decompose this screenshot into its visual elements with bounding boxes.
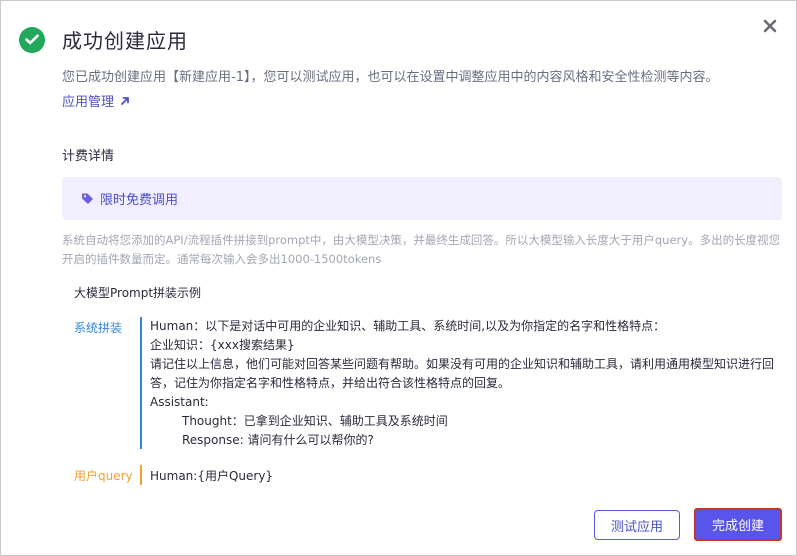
prompt-example-title: 大模型Prompt拼装示例 [74,286,202,300]
free-call-banner: 限时免费调用 [62,177,782,220]
system-line: Thought：已拿到企业知识、辅助工具及系统时间 [182,414,448,428]
app-management-link[interactable]: 应用管理 [62,91,130,110]
free-call-label: 限时免费调用 [100,193,179,208]
system-line: 企业知识：{xxx搜索结果} [150,338,295,352]
system-line: Response: 请问有什么可以帮你的? [182,433,374,447]
system-line: Human：以下是对话中可用的企业知识、辅助工具、系统时间,以及为你指定的名字和… [150,319,666,333]
check-circle-icon [19,26,45,53]
arrow-up-right-icon [121,96,129,105]
system-assembly-label: 系统拼装 [74,321,123,335]
tag-icon [81,192,94,205]
create-success-dialog: 成功创建应用 您已成功创建应用【新建应用-1】，您可以测试应用，也可以在设置中调… [0,0,797,556]
user-query-content: Human:{用户Query} [150,469,274,483]
system-assembly-divider [140,317,142,449]
system-line: Assistant: [150,395,209,409]
dialog-description: 您已成功创建应用【新建应用-1】，您可以测试应用，也可以在设置中调整应用中的内容… [62,70,719,85]
system-assembly-content: Human：以下是对话中可用的企业知识、辅助工具、系统时间,以及为你指定的名字和… [150,317,790,450]
user-query-label: 用户query [74,469,133,483]
dialog-title: 成功创建应用 [62,29,188,53]
close-icon[interactable] [759,15,781,37]
system-line: 请记住以上信息，他们可能对回答某些问题有帮助。如果没有可用的企业知识和辅助工具，… [150,357,775,390]
billing-section-title: 计费详情 [62,149,115,164]
dialog-header: 成功创建应用 [19,25,188,54]
user-query-divider [140,465,142,485]
test-app-button[interactable]: 测试应用 [594,510,680,540]
app-management-link-label: 应用管理 [62,95,115,110]
billing-note: 系统自动将您添加的API/流程插件拼接到prompt中，由大模型决策，并最终生成… [62,233,781,266]
finish-create-button[interactable]: 完成创建 [694,508,782,541]
